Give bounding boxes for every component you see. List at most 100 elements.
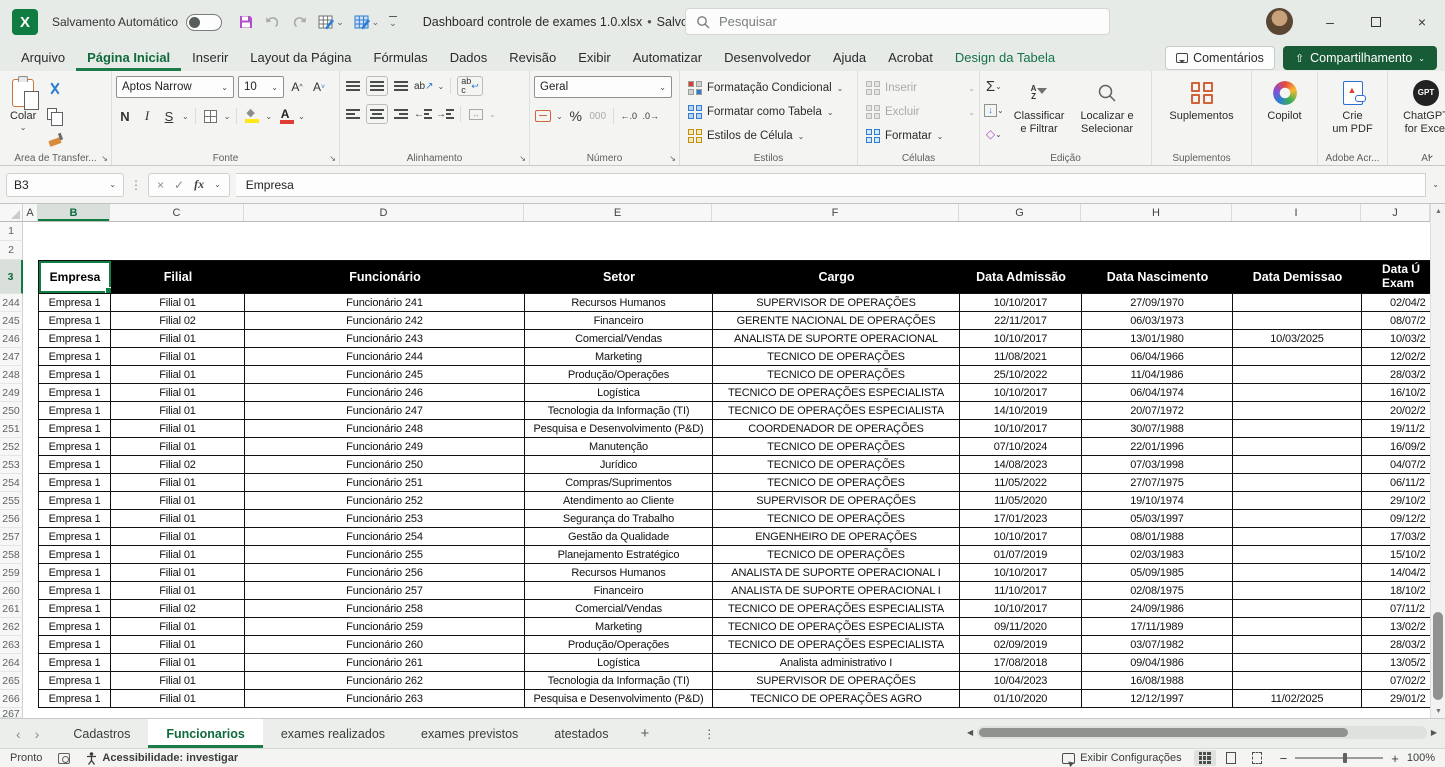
align-bottom-button[interactable] [392,76,410,96]
table-cell[interactable]: Jurídico [525,456,713,474]
accessibility-status[interactable]: Acessibilidade: investigar [86,752,238,765]
row-number-267[interactable]: 267 [0,708,23,718]
row-number-246[interactable]: 246 [0,330,23,348]
table-cell[interactable]: 06/04/1974 [1082,384,1233,402]
table-cell[interactable] [1233,294,1362,312]
comments-button[interactable]: Comentários [1165,46,1275,70]
table-cell[interactable]: 17/08/2018 [960,654,1082,672]
increase-decimal-button[interactable]: ←.0 [620,106,638,126]
table-cell[interactable] [1233,672,1362,690]
table-cell[interactable]: Empresa 1 [39,564,111,582]
table-cell[interactable]: 17/01/2023 [960,510,1082,528]
table-header-data[interactable]: Data Ú Exam [1362,260,1430,294]
table-header-filial[interactable]: Filial [111,260,245,294]
font-dialog-launcher-icon[interactable]: ↘ [329,154,336,163]
align-middle-button[interactable] [366,76,388,96]
formula-bar-expand-icon[interactable]: ⌄ [1432,180,1439,189]
table-cell[interactable] [1233,366,1362,384]
table-cell[interactable]: 11/10/2017 [960,582,1082,600]
number-format-select[interactable]: Geral⌄ [534,76,672,98]
share-button[interactable]: ⇧Compartilhamento⌄ [1283,46,1437,70]
table-cell[interactable]: Tecnologia da Informação (TI) [525,672,713,690]
decrease-font-button[interactable]: A˅ [310,77,328,97]
table-cell[interactable] [1233,492,1362,510]
table-cell[interactable]: Filial 01 [111,366,245,384]
table-cell[interactable]: Filial 01 [111,348,245,366]
table-cell[interactable]: Empresa 1 [39,366,111,384]
table-cell[interactable]: Filial 01 [111,618,245,636]
table-cell[interactable]: SUPERVISOR DE OPERAÇÕES [713,294,960,312]
table-cell[interactable]: 30/07/1988 [1082,420,1233,438]
table-cell[interactable]: Funcionário 255 [245,546,525,564]
table-cell[interactable]: Filial 01 [111,420,245,438]
table-cell[interactable]: 06/11/2 [1362,474,1430,492]
table-cell[interactable]: Manutenção [525,438,713,456]
scroll-left-icon[interactable]: ◀ [967,728,973,737]
avatar[interactable] [1266,8,1293,35]
table-cell[interactable]: Tecnologia da Informação (TI) [525,402,713,420]
addins-button[interactable]: Suplementos [1156,76,1247,125]
table-cell[interactable]: 08/01/1988 [1082,528,1233,546]
table-cell[interactable]: Funcionário 243 [245,330,525,348]
font-size-select[interactable]: 10⌄ [238,76,284,98]
table-cell[interactable]: Empresa 1 [39,690,111,708]
alignment-dialog-launcher-icon[interactable]: ↘ [519,154,526,163]
underline-button[interactable]: S [160,106,178,126]
table-cell[interactable]: Funcionário 259 [245,618,525,636]
table-cell[interactable]: 18/10/2 [1362,582,1430,600]
column-header-B[interactable]: B [38,204,110,221]
table-cell[interactable]: 03/07/1982 [1082,636,1233,654]
table-cell[interactable]: Funcionário 242 [245,312,525,330]
table-cell[interactable]: Funcionário 247 [245,402,525,420]
table-cell[interactable]: TECNICO DE OPERAÇÕES [713,366,960,384]
table-cell[interactable]: 05/03/1997 [1082,510,1233,528]
table-cell[interactable]: 06/03/1973 [1082,312,1233,330]
table-cell[interactable]: Financeiro [525,582,713,600]
table-cell[interactable]: 11/02/2025 [1233,690,1362,708]
table-cell[interactable]: Empresa 1 [39,582,111,600]
table-cell[interactable]: TECNICO DE OPERAÇÕES [713,456,960,474]
table-cell[interactable] [1233,402,1362,420]
zoom-out-button[interactable]: − [1280,751,1288,766]
table-cell[interactable]: ANALISTA DE SUPORTE OPERACIONAL [713,330,960,348]
table-cell[interactable]: 19/11/2 [1362,420,1430,438]
table-cell[interactable]: Logística [525,384,713,402]
quick-table-tool-2[interactable]: ⌄ [354,15,380,30]
table-cell[interactable]: Funcionário 263 [245,690,525,708]
sheet-tab-exames-realizados[interactable]: exames realizados [263,719,403,748]
table-header-cargo[interactable]: Cargo [713,260,960,294]
row-number-1[interactable]: 1 [0,222,23,241]
table-cell[interactable]: Recursos Humanos [525,294,713,312]
table-cell[interactable]: Pesquisa e Desenvolvimento (P&D) [525,690,713,708]
table-cell[interactable]: Funcionário 261 [245,654,525,672]
find-select-button[interactable]: Localizar e Selecionar [1074,76,1139,138]
table-cell[interactable] [1233,456,1362,474]
table-cell[interactable]: Funcionário 256 [245,564,525,582]
column-header-H[interactable]: H [1081,204,1232,221]
select-all-corner[interactable] [0,204,23,221]
row-number-265[interactable]: 265 [0,672,23,690]
tab-layout-da-p-gina[interactable]: Layout da Página [239,46,362,71]
table-cell[interactable]: Filial 01 [111,474,245,492]
table-cell[interactable]: Planejamento Estratégico [525,546,713,564]
increase-indent-button[interactable]: → [436,104,454,124]
table-cell[interactable]: Filial 01 [111,438,245,456]
format-cells-button[interactable]: Formatar⌄ [866,124,975,148]
column-header-G[interactable]: G [959,204,1081,221]
table-cell[interactable]: Empresa 1 [39,546,111,564]
scroll-down-icon[interactable]: ▼ [1431,704,1445,718]
table-cell[interactable] [1233,474,1362,492]
row-number-252[interactable]: 252 [0,438,23,456]
table-cell[interactable]: COORDENADOR DE OPERAÇÕES [713,420,960,438]
zoom-in-button[interactable]: + [1391,751,1399,766]
table-cell[interactable]: Funcionário 260 [245,636,525,654]
table-cell[interactable]: 16/10/2 [1362,384,1430,402]
font-color-button[interactable]: A [276,106,294,126]
row-number-260[interactable]: 260 [0,582,23,600]
table-cell[interactable]: 27/07/1975 [1082,474,1233,492]
undo-icon[interactable] [264,14,281,30]
table-cell[interactable]: GERENTE NACIONAL DE OPERAÇÕES [713,312,960,330]
table-cell[interactable]: 09/11/2020 [960,618,1082,636]
table-cell[interactable]: Empresa 1 [39,456,111,474]
sort-filter-button[interactable]: AZ Classificar e Filtrar [1008,76,1071,138]
